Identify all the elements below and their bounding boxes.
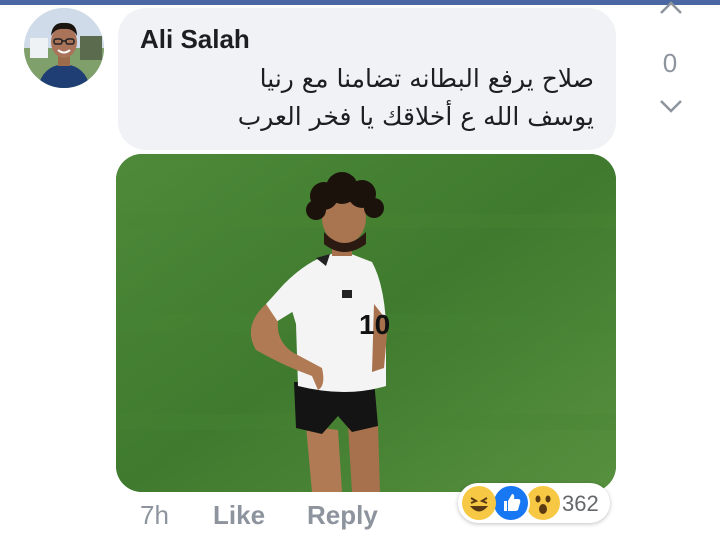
comment-timestamp[interactable]: 7h	[140, 500, 169, 531]
haha-icon	[462, 486, 496, 520]
top-brand-bar	[0, 0, 720, 5]
comment-line: صلاح يرفع البطانه تضامنا مع رنيا	[259, 64, 594, 93]
jersey-number: 10	[359, 309, 390, 340]
avatar[interactable]	[24, 8, 104, 88]
chevron-up-icon[interactable]	[658, 0, 684, 16]
reply-button[interactable]: Reply	[307, 500, 378, 531]
chevron-down-icon[interactable]	[658, 98, 684, 114]
reaction-count: 362	[562, 491, 599, 516]
comment-bubble: Ali Salah صلاح يرفع البطانه تضامنا مع رن…	[118, 8, 616, 150]
comment-photo[interactable]: 10	[116, 154, 616, 492]
like-button[interactable]: Like	[213, 500, 265, 531]
vote-count: 0	[662, 48, 678, 78]
comment-line: يوسف الله ع أخلاقك يا فخر العرب	[237, 102, 594, 131]
like-icon	[492, 484, 530, 522]
vote-controls: 0	[644, 0, 700, 130]
reaction-summary[interactable]: 362	[458, 483, 610, 523]
comment-text: صلاح يرفع البطانه تضامنا مع رنيا يوسف ال…	[154, 60, 594, 136]
comment-author[interactable]: Ali Salah	[140, 24, 250, 55]
